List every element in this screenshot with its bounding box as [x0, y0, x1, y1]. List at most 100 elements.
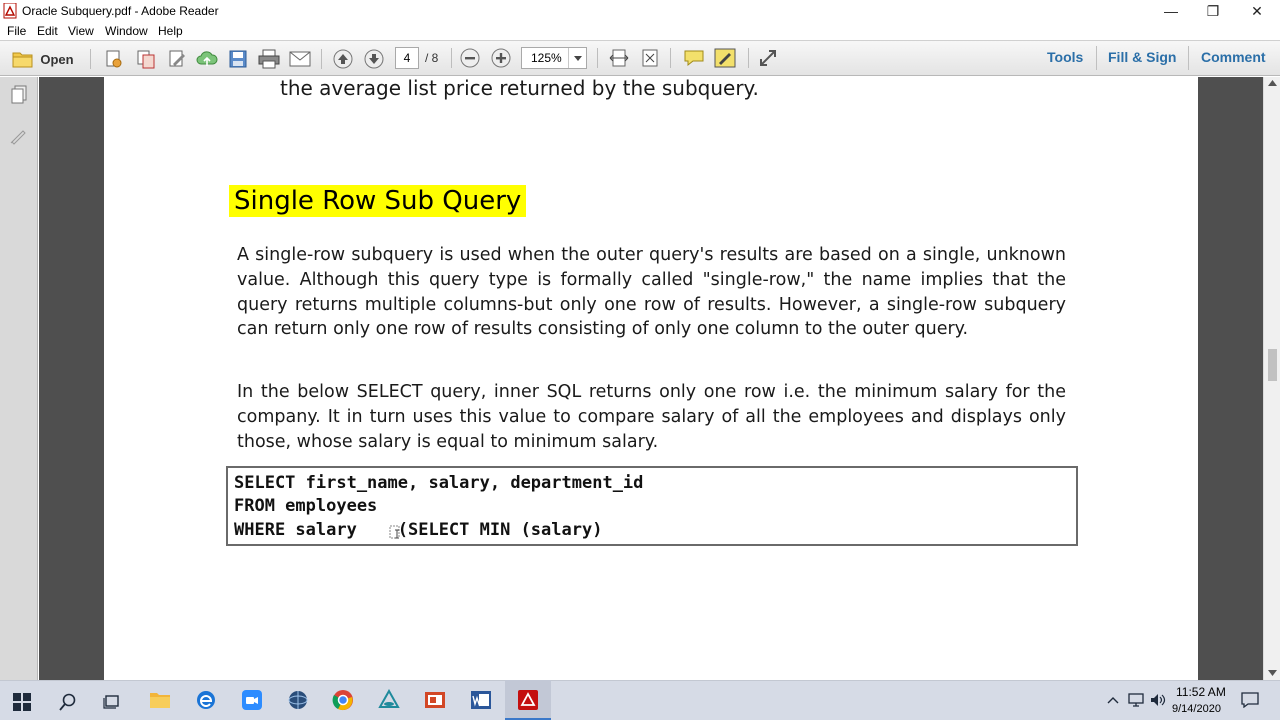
taskbar-clock-date[interactable]: 9/14/2020 — [1172, 703, 1221, 715]
zoom-in-button[interactable] — [489, 46, 513, 70]
edge-browser-icon — [197, 691, 215, 709]
chrome-taskbar-button[interactable] — [331, 688, 355, 712]
action-center-button[interactable] — [1238, 688, 1262, 712]
task-view-button[interactable] — [100, 690, 124, 714]
highlighter-icon — [714, 48, 736, 68]
menu-file[interactable]: File — [7, 24, 26, 38]
zoom-value: 125% — [531, 51, 562, 65]
taskbar-clock-time[interactable]: 11:52 AM — [1176, 685, 1226, 699]
edge-taskbar-button[interactable] — [194, 688, 218, 712]
expand-icon — [760, 50, 776, 66]
sql-code-block: SELECT first_name, salary, department_id… — [226, 466, 1078, 546]
previous-paragraph-tail: the average list price returned by the s… — [280, 76, 759, 100]
page-number-input[interactable]: 4 — [395, 47, 419, 69]
signatures-icon[interactable] — [9, 125, 29, 145]
fit-page-icon — [642, 49, 658, 67]
network-status-icon[interactable] — [1126, 688, 1146, 712]
adobe-reader-taskbar-button[interactable] — [516, 688, 540, 712]
menu-help[interactable]: Help — [158, 24, 183, 38]
sticky-note-button[interactable] — [681, 46, 707, 70]
previous-page-button[interactable] — [331, 47, 355, 71]
fit-width-icon — [609, 49, 629, 67]
text-cursor-icon — [389, 525, 400, 539]
menu-bar: File Edit View Window Help — [0, 22, 1280, 40]
code-line: WHERE salary (SELECT MIN (salary) — [234, 520, 603, 540]
start-button[interactable] — [10, 690, 34, 714]
globe-icon — [288, 691, 308, 709]
arrow-up-icon — [333, 49, 353, 69]
print-button[interactable] — [257, 47, 281, 71]
sql-developer-taskbar-button[interactable] — [377, 688, 401, 712]
page-thumbnails-icon[interactable] — [9, 85, 29, 105]
paragraph-single-row-definition: A single-row subquery is used when the o… — [237, 245, 1066, 340]
window-title: Oracle Subquery.pdf - Adobe Reader — [22, 4, 219, 18]
fit-width-button[interactable] — [607, 46, 631, 70]
notification-icon — [1241, 692, 1259, 708]
folder-icon — [12, 52, 33, 68]
minus-icon — [460, 48, 480, 68]
cloud-upload-icon — [196, 51, 218, 66]
windows-taskbar — [0, 680, 1280, 720]
volume-icon[interactable] — [1148, 688, 1168, 712]
section-heading: Single Row Sub Query — [229, 185, 527, 217]
code-line: SELECT first_name, salary, department_id — [234, 473, 644, 493]
network-app-taskbar-button[interactable] — [286, 688, 310, 712]
edit-pdf-icon — [169, 50, 185, 67]
combine-files-icon — [137, 50, 155, 69]
menu-edit[interactable]: Edit — [37, 24, 58, 38]
zoom-taskbar-button[interactable] — [240, 688, 264, 712]
powerpoint-taskbar-button[interactable] — [423, 688, 447, 712]
zoom-out-button[interactable] — [458, 46, 482, 70]
close-button[interactable]: ✕ — [1234, 0, 1280, 22]
pdf-app-icon — [518, 690, 538, 710]
word-icon — [471, 691, 491, 709]
tools-pane-button[interactable]: Tools — [1047, 49, 1083, 65]
create-pdf-button[interactable] — [102, 47, 126, 71]
read-mode-button[interactable] — [756, 46, 780, 70]
word-taskbar-button[interactable] — [469, 688, 493, 712]
title-bar: Oracle Subquery.pdf - Adobe Reader — ❐ ✕ — [0, 0, 1280, 22]
restore-button[interactable]: ❐ — [1190, 0, 1236, 22]
open-button[interactable]: Open — [8, 47, 78, 71]
email-button[interactable] — [287, 47, 313, 71]
fit-page-button[interactable] — [638, 46, 662, 70]
toolbar-divider — [451, 48, 452, 68]
open-button-label: Open — [40, 51, 74, 67]
menu-view[interactable]: View — [68, 24, 94, 38]
toolbar-divider — [670, 48, 671, 68]
zoom-select[interactable]: 125% — [521, 47, 587, 69]
pdf-page — [104, 77, 1198, 680]
menu-window[interactable]: Window — [105, 24, 148, 38]
save-button[interactable] — [226, 47, 250, 71]
next-page-button[interactable] — [362, 47, 386, 71]
combine-files-button[interactable] — [134, 47, 158, 71]
scrollbar-thumb[interactable] — [1268, 349, 1277, 381]
scroll-up-arrow-icon[interactable] — [1268, 80, 1277, 86]
task-view-icon — [103, 695, 119, 709]
envelope-icon — [289, 51, 311, 67]
search-button[interactable] — [56, 690, 80, 714]
plus-icon — [491, 48, 511, 68]
scroll-down-arrow-icon[interactable] — [1268, 670, 1277, 676]
powerpoint-icon — [425, 692, 445, 708]
file-explorer-taskbar-button[interactable] — [148, 688, 172, 712]
comment-pane-button[interactable]: Comment — [1201, 49, 1266, 65]
toolbar-divider — [1096, 46, 1097, 70]
highlight-text-button[interactable] — [712, 46, 738, 70]
paragraph-example-description: In the below SELECT query, inner SQL ret… — [237, 382, 1066, 452]
arrow-down-icon — [364, 49, 384, 69]
database-tool-icon — [378, 689, 400, 708]
chevron-up-icon — [1107, 697, 1119, 704]
toolbar-divider — [1188, 46, 1189, 70]
fill-sign-pane-button[interactable]: Fill & Sign — [1108, 49, 1176, 65]
vertical-scrollbar[interactable] — [1263, 77, 1280, 680]
navigation-panel — [0, 77, 38, 680]
chevron-down-icon[interactable] — [568, 48, 586, 68]
upload-button[interactable] — [195, 47, 219, 71]
folder-icon — [150, 693, 170, 708]
show-hidden-icons-button[interactable] — [1104, 688, 1122, 712]
edit-pdf-button[interactable] — [165, 47, 189, 71]
toolbar-divider — [597, 48, 598, 68]
create-pdf-icon — [106, 50, 122, 68]
minimize-button[interactable]: — — [1148, 0, 1194, 22]
